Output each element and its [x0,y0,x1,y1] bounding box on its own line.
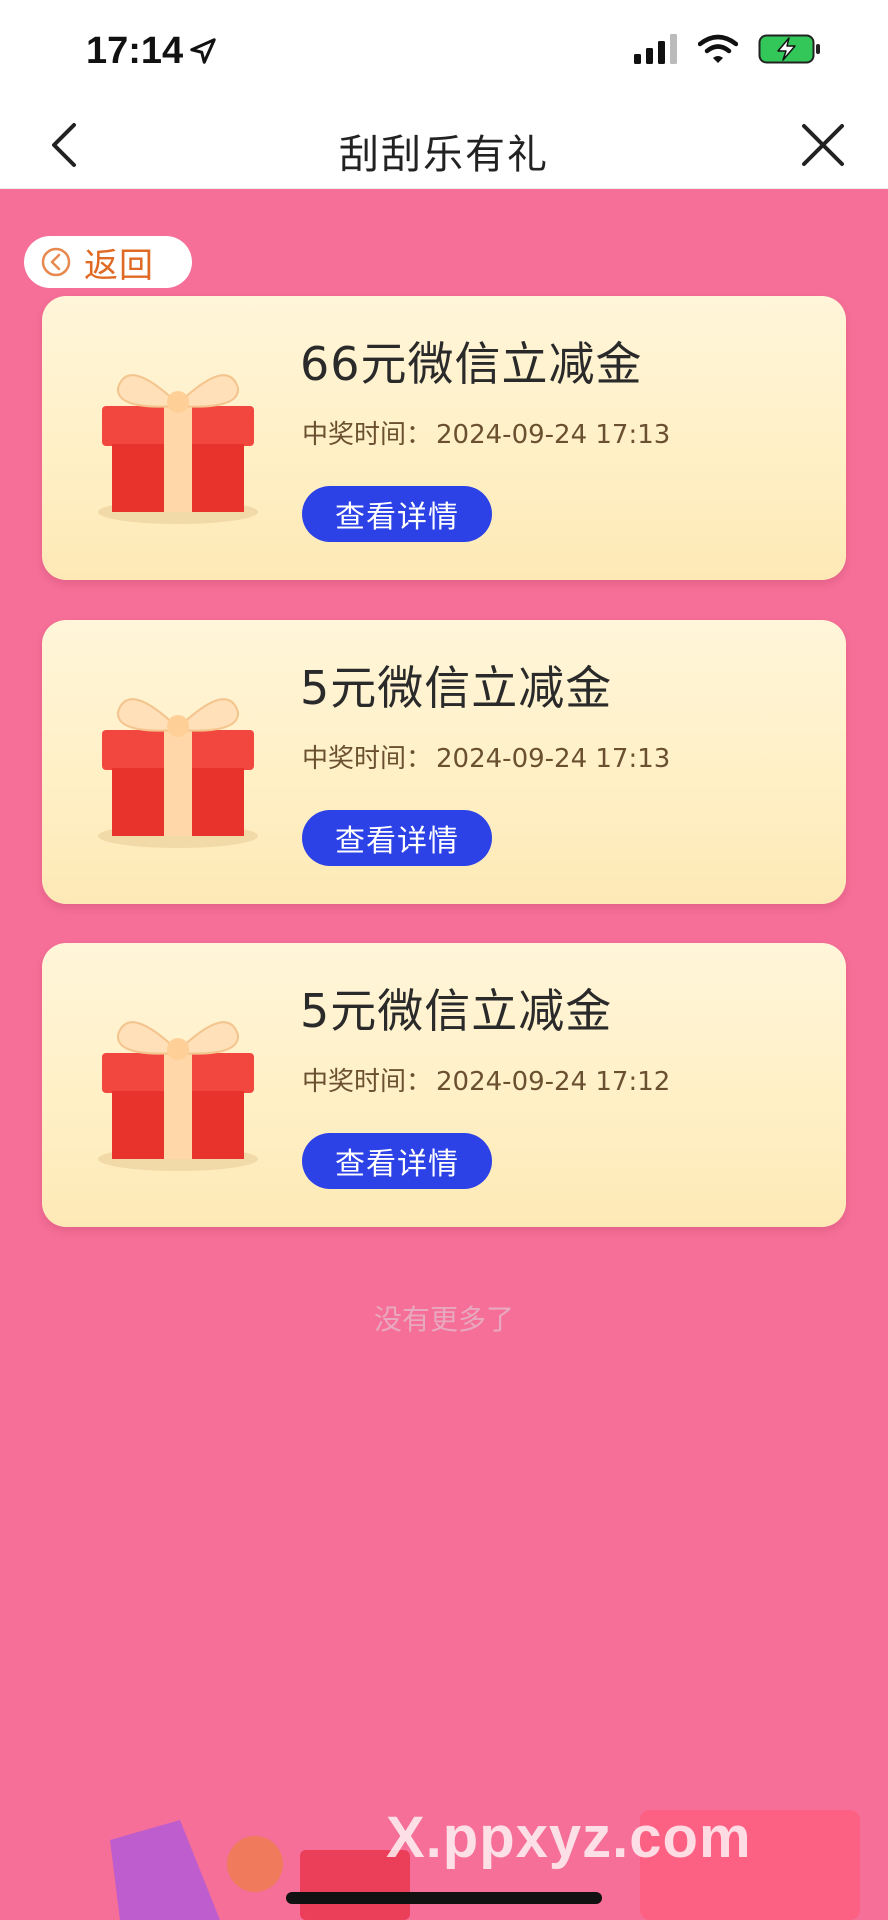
prize-time-value: 2024-09-24 17:13 [436,744,671,774]
status-time: 17:14 [86,30,184,72]
prize-time-label: 中奖时间： [302,1067,433,1097]
prize-card: 66元微信立减金 中奖时间： 2024-09-24 17:13 查看详情 [42,296,846,580]
prize-name: 5元微信立减金 [300,661,613,715]
prize-time-label: 中奖时间： [302,420,433,450]
return-label: 返回 [84,245,154,286]
prize-time-value: 2024-09-24 17:12 [436,1067,671,1097]
return-button[interactable]: 返回 [24,236,192,288]
battery-charging-icon [758,34,820,64]
close-icon[interactable] [798,120,848,170]
prize-name: 66元微信立减金 [300,337,643,391]
signal-icon [634,34,677,64]
prize-name: 5元微信立减金 [300,984,613,1038]
page-title: 刮刮乐有礼 [339,132,549,178]
view-details-button[interactable]: 查看详情 [302,1133,492,1189]
watermark-text: X.ppxyz.com [386,1805,752,1870]
status-icons [634,34,822,64]
status-bar: 17:14 [0,0,888,104]
prize-card: 5元微信立减金 中奖时间： 2024-09-24 17:12 查看详情 [42,943,846,1227]
prize-time-label: 中奖时间： [302,744,433,774]
prize-time: 中奖时间： 2024-09-24 17:13 [302,738,674,775]
home-indicator[interactable] [286,1892,602,1904]
prize-time: 中奖时间： 2024-09-24 17:13 [302,414,674,451]
gift-box-icon [98,698,258,848]
wifi-icon [698,34,738,63]
gift-box-icon [98,374,258,524]
view-details-button[interactable]: 查看详情 [302,810,492,866]
location-arrow-icon [190,38,216,64]
prize-time-value: 2024-09-24 17:13 [436,420,671,450]
prize-time: 中奖时间： 2024-09-24 17:12 [302,1061,674,1098]
title-bar: 刮刮乐有礼 [0,104,888,189]
view-details-button[interactable]: 查看详情 [302,486,492,542]
no-more-text: 没有更多了 [373,1303,514,1336]
gift-box-icon [98,1021,258,1171]
prize-card: 5元微信立减金 中奖时间： 2024-09-24 17:13 查看详情 [42,620,846,904]
circle-left-arrow-icon [41,247,71,277]
